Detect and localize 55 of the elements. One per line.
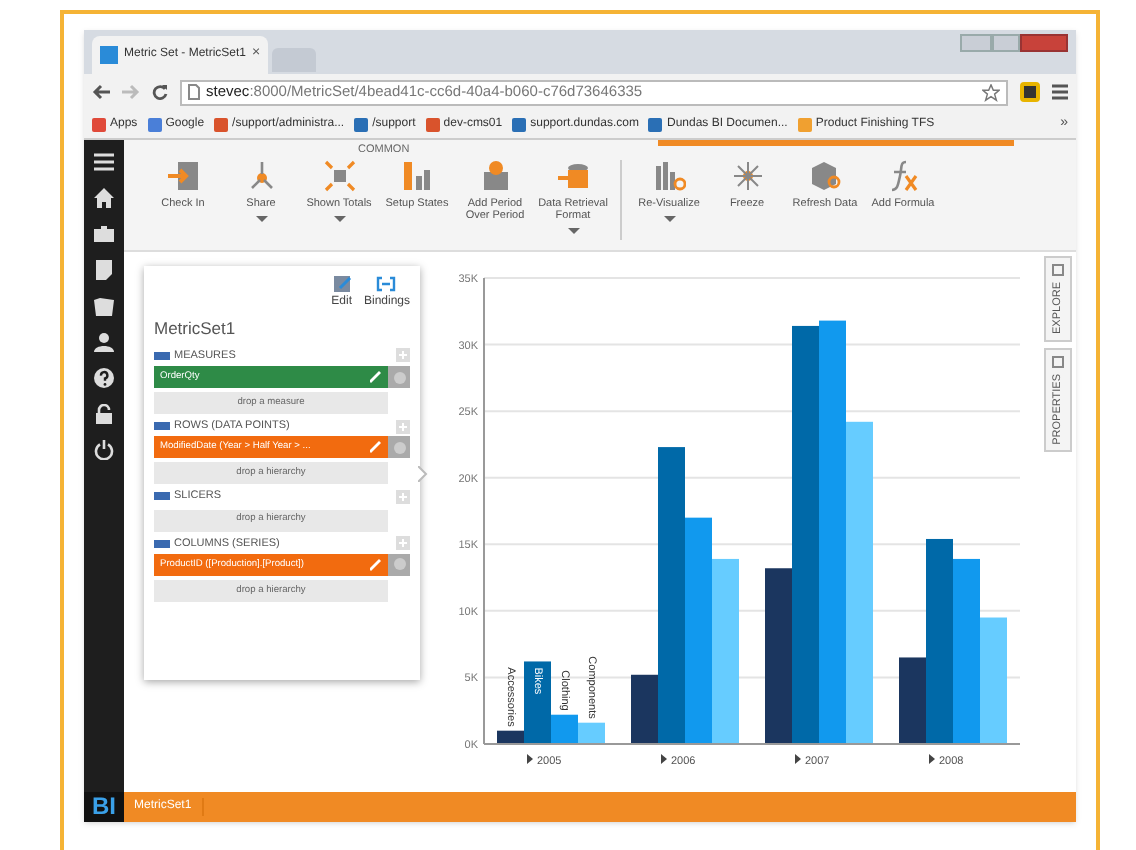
remove-button[interactable] <box>388 366 410 388</box>
circle-icon <box>393 441 405 454</box>
circle-icon <box>393 558 405 571</box>
power-icon[interactable] <box>94 440 114 460</box>
forward-icon[interactable] <box>122 84 140 100</box>
pencil-icon <box>370 440 382 455</box>
minimize-button[interactable] <box>960 34 992 52</box>
add-icon[interactable] <box>396 419 410 434</box>
add-icon[interactable] <box>396 348 410 363</box>
home-icon[interactable] <box>94 188 114 208</box>
pencil-icon <box>370 557 382 572</box>
back-icon[interactable] <box>92 84 110 100</box>
expand-icon[interactable] <box>661 754 667 764</box>
snowflake-icon <box>731 160 763 192</box>
square-icon <box>1052 264 1064 276</box>
pencil-icon <box>370 370 382 384</box>
bindings-icon <box>376 274 397 294</box>
maximize-button[interactable] <box>992 34 1020 52</box>
reload-icon[interactable] <box>152 84 168 100</box>
user-icon[interactable] <box>94 332 114 352</box>
edit-icon <box>331 274 352 294</box>
formula-icon <box>887 160 919 192</box>
bar-chart-refresh-icon <box>653 160 685 192</box>
bi-logo-icon <box>100 46 118 64</box>
bar-layout-icon <box>401 160 433 192</box>
close-button[interactable] <box>1020 34 1068 52</box>
expand-icon[interactable] <box>527 754 533 764</box>
star-icon[interactable] <box>982 83 1000 101</box>
add-icon[interactable] <box>396 489 410 504</box>
chart-bar[interactable] <box>631 674 658 744</box>
folder-icon[interactable] <box>94 296 114 316</box>
menu-icon[interactable] <box>1052 84 1068 100</box>
chart-bar[interactable] <box>899 657 926 744</box>
chart-bar[interactable] <box>497 730 524 744</box>
panel-title: MetricSet1 <box>154 316 238 342</box>
cube-refresh-icon <box>809 160 841 192</box>
square-icon <box>1052 355 1064 368</box>
arrow-into-box-icon <box>167 160 199 192</box>
remove-button[interactable] <box>388 553 410 576</box>
note-icon[interactable] <box>94 260 114 280</box>
database-arrows-icon <box>557 160 589 192</box>
chart-bar[interactable] <box>524 661 551 744</box>
circle-icon <box>393 371 405 383</box>
help-icon[interactable] <box>94 368 114 388</box>
extension-icon[interactable] <box>1020 82 1040 102</box>
expand-icon[interactable] <box>795 754 801 764</box>
expand-icon[interactable] <box>929 754 935 764</box>
lock-icon[interactable] <box>94 404 114 424</box>
calendar-icon <box>479 160 511 192</box>
briefcase-icon[interactable] <box>94 224 114 244</box>
add-icon[interactable] <box>396 536 410 551</box>
bi-logo: BI <box>84 792 124 822</box>
remove-button[interactable] <box>388 436 410 459</box>
grid-arrows-icon <box>323 160 355 192</box>
page-icon <box>188 84 200 100</box>
